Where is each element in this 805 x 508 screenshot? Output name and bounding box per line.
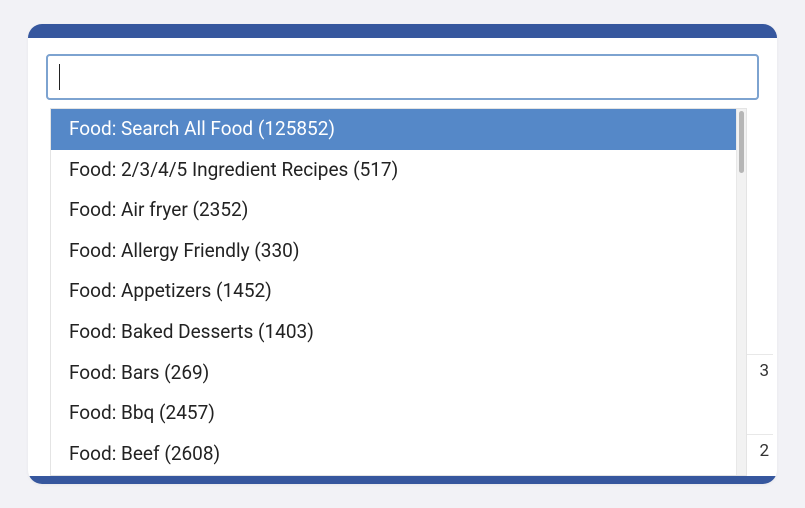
dropdown-item-baked-desserts[interactable]: Food: Baked Desserts (1403) bbox=[51, 312, 736, 353]
header-bar bbox=[28, 24, 777, 38]
search-container bbox=[46, 54, 759, 100]
page-background: pe 3 2 Food: Search All Food (125852) Fo… bbox=[0, 0, 805, 508]
footer-bar bbox=[28, 476, 777, 484]
scrollbar-thumb[interactable] bbox=[739, 111, 744, 173]
search-input[interactable] bbox=[46, 54, 759, 100]
dropdown-item-appetizers[interactable]: Food: Appetizers (1452) bbox=[51, 271, 736, 312]
scrollbar-track[interactable] bbox=[736, 109, 746, 475]
dropdown-item-bars[interactable]: Food: Bars (269) bbox=[51, 353, 736, 394]
dropdown-list: Food: Search All Food (125852) Food: 2/3… bbox=[51, 109, 736, 475]
dropdown-item-bbq[interactable]: Food: Bbq (2457) bbox=[51, 393, 736, 434]
dropdown-item-search-all-food[interactable]: Food: Search All Food (125852) bbox=[51, 109, 736, 150]
dropdown-item-air-fryer[interactable]: Food: Air fryer (2352) bbox=[51, 190, 736, 231]
main-card: pe 3 2 Food: Search All Food (125852) Fo… bbox=[28, 24, 777, 484]
dropdown-item-beef[interactable]: Food: Beef (2608) bbox=[51, 434, 736, 475]
dropdown-item-ingredient-recipes[interactable]: Food: 2/3/4/5 Ingredient Recipes (517) bbox=[51, 150, 736, 191]
dropdown-item-allergy-friendly[interactable]: Food: Allergy Friendly (330) bbox=[51, 231, 736, 272]
autocomplete-dropdown: Food: Search All Food (125852) Food: 2/3… bbox=[50, 108, 747, 476]
